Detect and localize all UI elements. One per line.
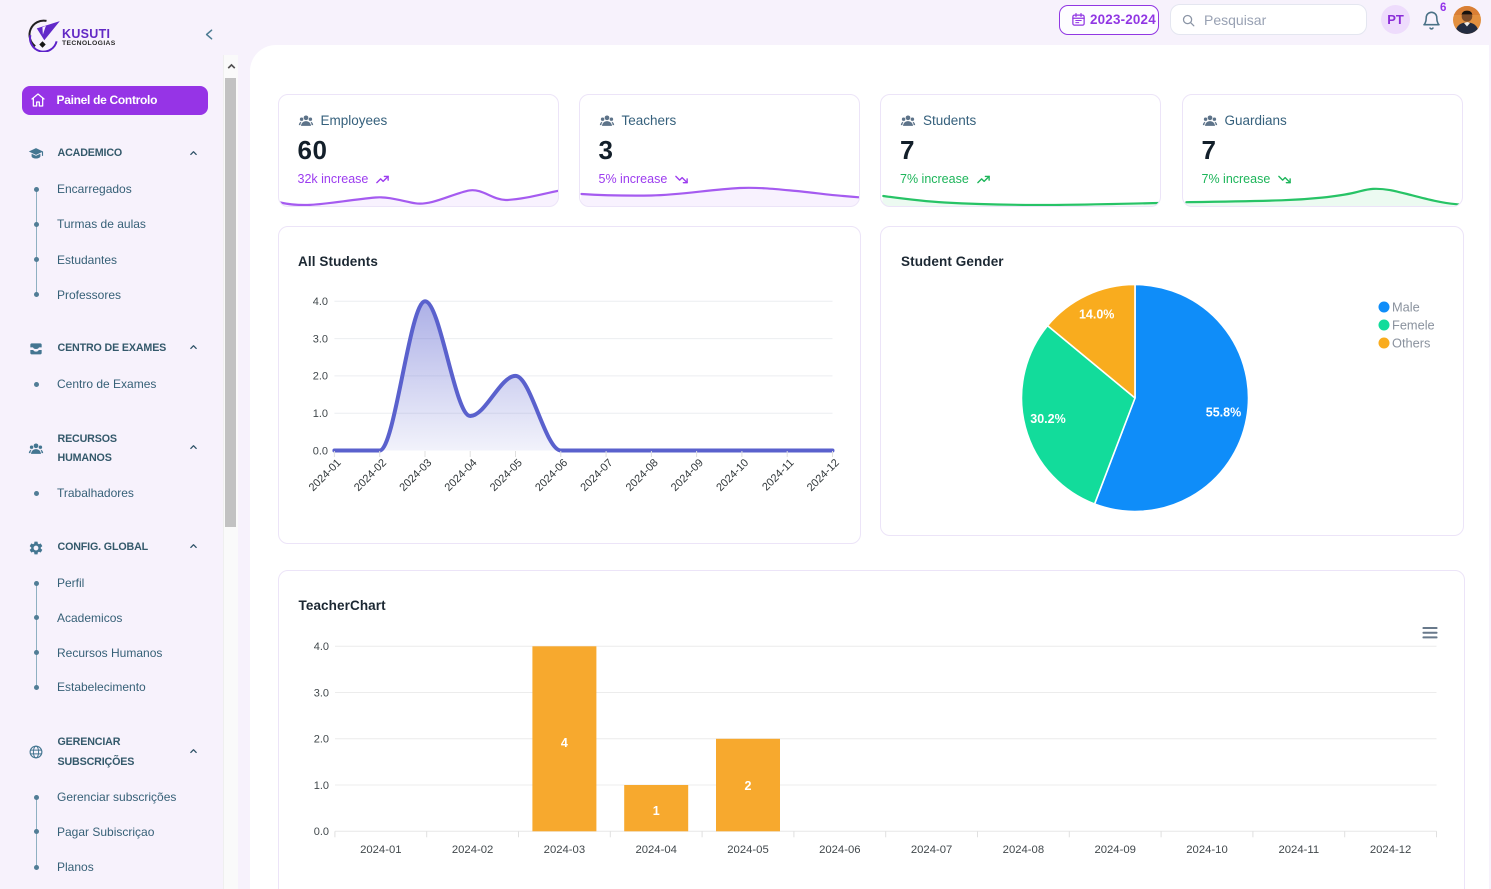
svg-text:0.0: 0.0 — [312, 445, 327, 457]
svg-text:4.0: 4.0 — [313, 641, 328, 653]
svg-text:14.0%: 14.0% — [1079, 308, 1114, 322]
svg-text:2.0: 2.0 — [312, 371, 327, 383]
svg-text:3.0: 3.0 — [313, 687, 328, 699]
svg-text:2024-11: 2024-11 — [760, 457, 796, 493]
svg-text:2024-02: 2024-02 — [352, 457, 389, 494]
svg-text:2: 2 — [744, 779, 751, 793]
svg-text:2024-12: 2024-12 — [804, 457, 841, 494]
svg-text:2024-04: 2024-04 — [442, 457, 479, 494]
svg-text:2024-06: 2024-06 — [819, 844, 860, 856]
svg-text:Male: Male — [1392, 299, 1420, 314]
svg-text:2024-01: 2024-01 — [360, 844, 401, 856]
svg-text:2024-07: 2024-07 — [578, 457, 615, 494]
svg-text:2024-06: 2024-06 — [533, 457, 570, 494]
svg-text:2024-05: 2024-05 — [727, 844, 768, 856]
svg-text:2024-10: 2024-10 — [714, 457, 751, 494]
svg-text:2024-12: 2024-12 — [1369, 844, 1410, 856]
svg-text:3.0: 3.0 — [312, 333, 327, 345]
svg-text:2024-09: 2024-09 — [1094, 844, 1135, 856]
svg-text:2024-08: 2024-08 — [1002, 844, 1043, 856]
svg-text:2024-08: 2024-08 — [623, 457, 660, 494]
svg-text:2024-03: 2024-03 — [543, 844, 584, 856]
svg-text:2024-11: 2024-11 — [1278, 844, 1319, 856]
svg-text:Others: Others — [1392, 335, 1430, 350]
svg-text:Femele: Femele — [1392, 317, 1435, 332]
svg-text:2024-01: 2024-01 — [306, 457, 343, 494]
svg-text:2024-05: 2024-05 — [487, 457, 524, 494]
svg-text:2024-09: 2024-09 — [668, 457, 705, 494]
svg-text:2.0: 2.0 — [313, 734, 328, 746]
svg-text:1.0: 1.0 — [313, 780, 328, 792]
svg-text:2024-04: 2024-04 — [635, 844, 676, 856]
svg-text:1: 1 — [652, 804, 659, 818]
svg-text:4: 4 — [560, 736, 567, 750]
svg-text:2024-10: 2024-10 — [1186, 844, 1227, 856]
svg-text:1.0: 1.0 — [312, 408, 327, 420]
svg-text:55.8%: 55.8% — [1206, 405, 1241, 419]
svg-text:4.0: 4.0 — [312, 296, 327, 308]
svg-text:2024-07: 2024-07 — [910, 844, 951, 856]
svg-text:30.2%: 30.2% — [1030, 412, 1065, 426]
svg-text:2024-03: 2024-03 — [397, 457, 434, 494]
svg-text:0.0: 0.0 — [313, 826, 328, 838]
svg-text:2024-02: 2024-02 — [451, 844, 492, 856]
